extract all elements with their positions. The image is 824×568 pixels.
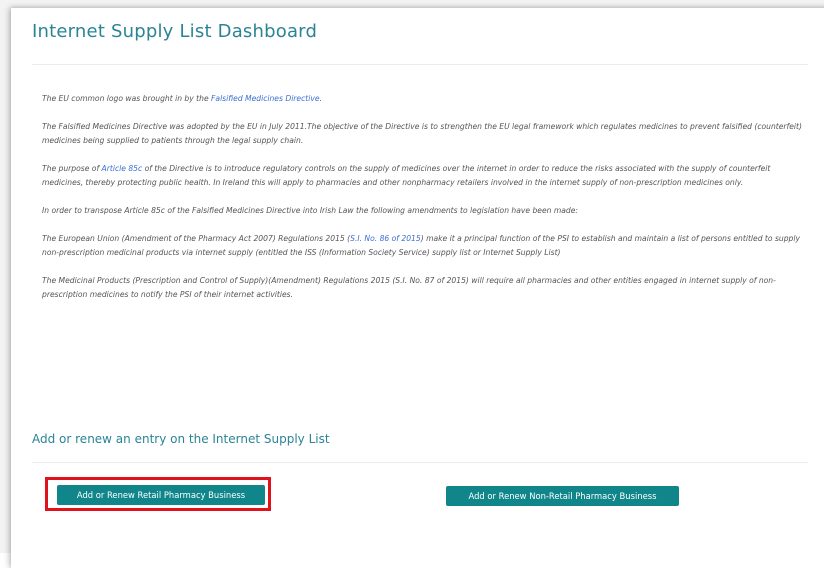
intro-text: The EU common logo was brought in by the… — [42, 92, 802, 316]
page-title: Internet Supply List Dashboard — [32, 21, 318, 42]
article-85c-link[interactable]: Article 85c — [102, 164, 143, 173]
paragraph-directive-adoption: The Falsified Medicines Directive was ad… — [42, 122, 802, 145]
paragraph-text: The European Union (Amendment of the Pha… — [42, 234, 351, 243]
si-86-of-2015-link[interactable]: S.I. No. 86 of 2015 — [350, 234, 421, 243]
paragraph-text: . — [319, 94, 322, 103]
paragraph-text: The purpose of — [42, 164, 102, 173]
paragraph-transpose: In order to transpose Article 85c of the… — [42, 206, 578, 215]
paragraph-text: The EU common logo was brought in by the — [42, 94, 212, 103]
paragraph-si-87: The Medicinal Products (Prescription and… — [42, 276, 776, 299]
paragraph-eu-logo: The EU common logo was brought in by the… — [42, 92, 802, 106]
falsified-medicines-directive-link[interactable]: Falsified Medicines Directive — [211, 94, 319, 103]
title-divider — [32, 64, 808, 65]
paragraph-si-86: The European Union (Amendment of the Pha… — [42, 232, 802, 260]
paragraph-article-85c: The purpose of Article 85c of the Direct… — [42, 162, 802, 190]
add-renew-non-retail-pharmacy-button[interactable]: Add or Renew Non-Retail Pharmacy Busines… — [446, 486, 679, 506]
add-renew-retail-pharmacy-button[interactable]: Add or Renew Retail Pharmacy Business — [57, 485, 265, 505]
section-heading: Add or renew an entry on the Internet Su… — [32, 432, 330, 446]
section-divider — [32, 462, 808, 463]
paragraph-text: of the Directive is to introduce regulat… — [42, 164, 771, 187]
